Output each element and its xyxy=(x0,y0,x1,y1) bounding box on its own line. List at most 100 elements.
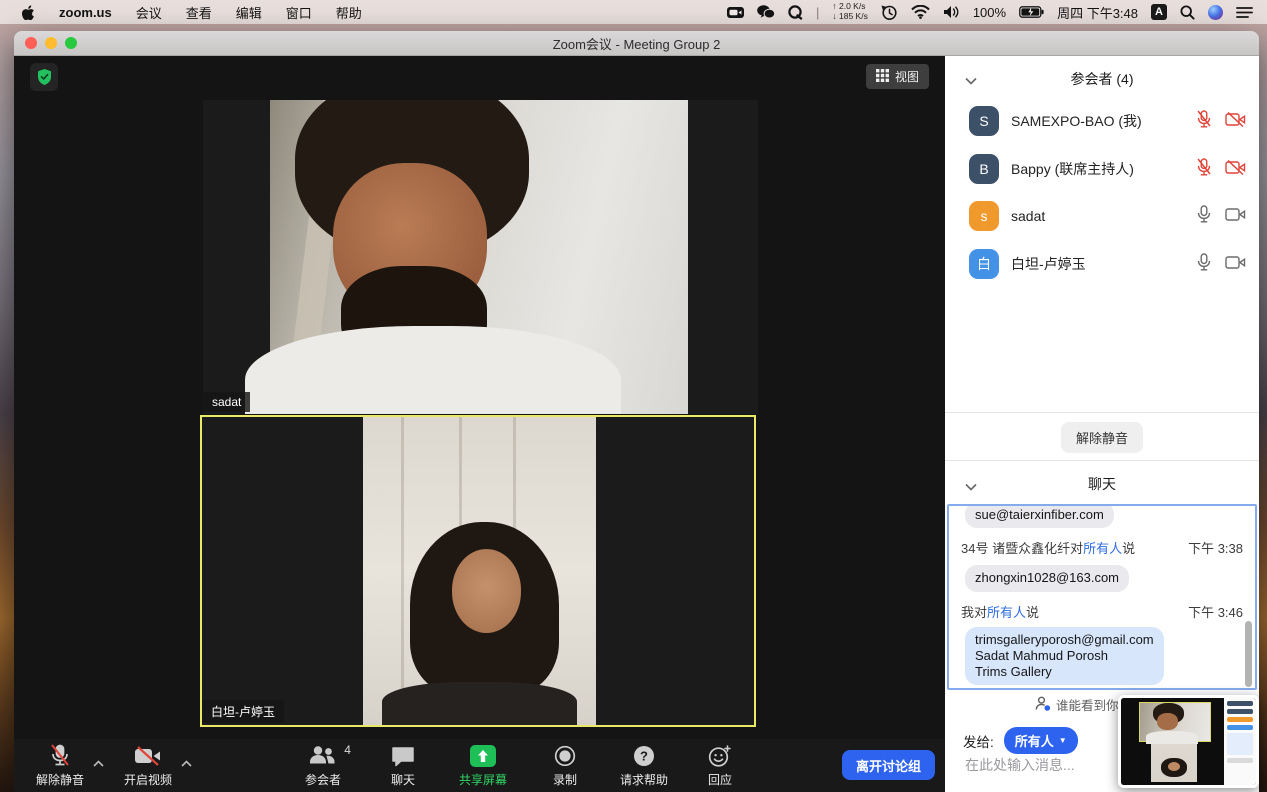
input-method-badge[interactable]: A xyxy=(1151,4,1167,20)
zoom-window-button[interactable] xyxy=(65,37,77,49)
participants-button[interactable]: 4 参会者 xyxy=(305,744,341,788)
self-view-thumbnail[interactable] xyxy=(1118,695,1259,788)
chat-panel-title: 聊天 xyxy=(1088,476,1116,492)
divider xyxy=(945,460,1259,461)
menu-item-view[interactable]: 查看 xyxy=(186,3,212,22)
unmute-button[interactable]: 解除静音 xyxy=(36,744,84,788)
camera-off-icon xyxy=(1225,160,1246,178)
video-options-chevron[interactable] xyxy=(181,756,192,770)
chat-message-meta: 我对所有人说 下午 3:46 xyxy=(961,602,1243,621)
wifi-icon[interactable] xyxy=(911,5,930,19)
chat-timestamp: 下午 3:38 xyxy=(1188,538,1243,557)
view-button[interactable]: 视图 xyxy=(866,64,929,89)
security-shield-button[interactable] xyxy=(30,63,58,91)
chat-button[interactable]: 聊天 xyxy=(391,744,415,788)
video-feed-sadat xyxy=(270,100,688,414)
collapse-chat-chevron-icon[interactable] xyxy=(965,478,977,494)
volume-icon[interactable] xyxy=(943,5,960,19)
video-name-label: 白坦-卢婷玉 xyxy=(202,700,284,723)
toolbar-button-label: 解除静音 xyxy=(36,771,84,788)
reactions-button[interactable]: 回应 xyxy=(708,744,732,788)
participant-row[interactable]: S SAMEXPO-BAO (我) xyxy=(945,98,1259,144)
leave-breakout-button[interactable]: 离开讨论组 xyxy=(842,750,935,780)
chat-timestamp: 下午 3:46 xyxy=(1188,602,1243,621)
menu-app-name[interactable]: zoom.us xyxy=(59,5,112,20)
send-to-selector[interactable]: 所有人 ▼ xyxy=(1004,727,1078,754)
wechat-status-icon[interactable] xyxy=(757,5,775,19)
participant-row[interactable]: B Bappy (联席主持人) xyxy=(945,146,1259,192)
chat-sender: 34号 诸暨众鑫化纤 xyxy=(961,541,1070,556)
browser-globe-icon[interactable] xyxy=(1208,5,1223,20)
camera-on-icon xyxy=(1225,207,1246,225)
start-video-button[interactable]: 开启视频 xyxy=(124,744,172,788)
chat-sender: 我 xyxy=(961,605,974,620)
video-feed-baitan xyxy=(363,417,596,725)
mic-on-icon xyxy=(1196,205,1212,227)
mic-muted-icon xyxy=(1196,158,1212,180)
menu-list-icon[interactable] xyxy=(1236,6,1253,19)
chat-message-bubble-selected: trimsgalleryporosh@gmail.com Sadat Mahmu… xyxy=(965,627,1164,686)
thumbnail-tile-second xyxy=(1151,744,1197,782)
participant-name: 白坦-卢婷玉 xyxy=(1011,254,1196,274)
minimize-window-button[interactable] xyxy=(45,37,57,49)
toolbar-button-label: 共享屏幕 xyxy=(459,771,507,788)
camera-off-icon xyxy=(1225,112,1246,130)
menu-item-help[interactable]: 帮助 xyxy=(336,3,362,22)
meeting-main-area: 视图 sadat xyxy=(14,56,945,792)
menu-datetime[interactable]: 周四 下午3:48 xyxy=(1057,3,1138,22)
zoom-app-status-icon[interactable] xyxy=(727,6,744,19)
video-tile-active-speaker[interactable]: 白坦-卢婷玉 xyxy=(200,415,756,727)
chat-panel-header: 聊天 xyxy=(945,474,1259,494)
send-to-label: 发给: xyxy=(963,731,994,751)
avatar: s xyxy=(969,201,999,231)
chat-audience-link[interactable]: 所有人 xyxy=(1083,541,1122,556)
mic-options-chevron[interactable] xyxy=(93,756,104,770)
share-screen-icon xyxy=(470,744,496,768)
toolbar-button-label: 回应 xyxy=(708,771,732,788)
grid-view-icon xyxy=(876,69,889,85)
sidebar-unmute-button[interactable]: 解除静音 xyxy=(1061,422,1143,453)
video-tile-sadat[interactable]: sadat xyxy=(203,100,758,414)
participant-row[interactable]: s sadat xyxy=(945,193,1259,239)
thumbnail-sidebar xyxy=(1224,698,1256,785)
q-app-status-icon[interactable] xyxy=(788,5,803,20)
ask-for-help-button[interactable]: ? 请求帮助 xyxy=(620,744,668,788)
participant-name: sadat xyxy=(1011,208,1196,224)
record-icon xyxy=(554,744,576,768)
menu-item-edit[interactable]: 编辑 xyxy=(236,3,262,22)
toolbar-button-label: 参会者 xyxy=(305,771,341,788)
menu-item-window[interactable]: 窗口 xyxy=(286,3,312,22)
chat-audience-link[interactable]: 所有人 xyxy=(987,605,1026,620)
camera-on-icon xyxy=(1225,255,1246,273)
send-to-row: 发给: 所有人 ▼ xyxy=(963,727,1078,754)
collapse-participants-chevron-icon[interactable] xyxy=(965,72,977,88)
window-controls xyxy=(25,37,77,49)
share-screen-button[interactable]: 共享屏幕 xyxy=(459,744,507,788)
zoom-meeting-window: Zoom会议 - Meeting Group 2 视图 xyxy=(14,31,1259,792)
chat-message-bubble: sue@taierxinfiber.com xyxy=(965,504,1114,528)
mic-on-icon xyxy=(1196,253,1212,275)
participants-panel-header: 参会者 (4) xyxy=(945,69,1259,89)
avatar: B xyxy=(969,154,999,184)
toolbar-button-label: 聊天 xyxy=(391,771,415,788)
spotlight-search-icon[interactable] xyxy=(1180,5,1195,20)
chat-message-list[interactable]: sue@taierxinfiber.com 34号 诸暨众鑫化纤对所有人说 下午… xyxy=(947,504,1257,690)
participant-row[interactable]: 白 白坦-卢婷玉 xyxy=(945,241,1259,287)
svg-text:?: ? xyxy=(640,749,648,764)
network-speed-readout[interactable]: ↑ 2.0 K/s ↓ 185 K/s xyxy=(832,2,867,22)
caret-down-icon: ▼ xyxy=(1059,736,1067,745)
apple-menu-icon[interactable] xyxy=(22,5,35,20)
close-window-button[interactable] xyxy=(25,37,37,49)
meeting-sidebar: 参会者 (4) S SAMEXPO-BAO (我) B Bappy (联席主持人… xyxy=(945,56,1259,792)
battery-percent[interactable]: 100% xyxy=(973,5,1006,20)
who-can-see-hint: 谁能看到你 xyxy=(1035,695,1119,714)
time-machine-icon[interactable] xyxy=(881,4,898,21)
video-name-label: sadat xyxy=(203,392,250,412)
chat-scrollbar[interactable] xyxy=(1245,621,1252,687)
record-button[interactable]: 录制 xyxy=(553,744,577,788)
window-title: Zoom会议 - Meeting Group 2 xyxy=(553,34,721,53)
meeting-toolbar: 解除静音 开启视频 xyxy=(14,739,945,792)
menu-item-meeting[interactable]: 会议 xyxy=(136,3,162,22)
avatar: S xyxy=(969,106,999,136)
chat-message-bubble: zhongxin1028@163.com xyxy=(965,565,1129,591)
